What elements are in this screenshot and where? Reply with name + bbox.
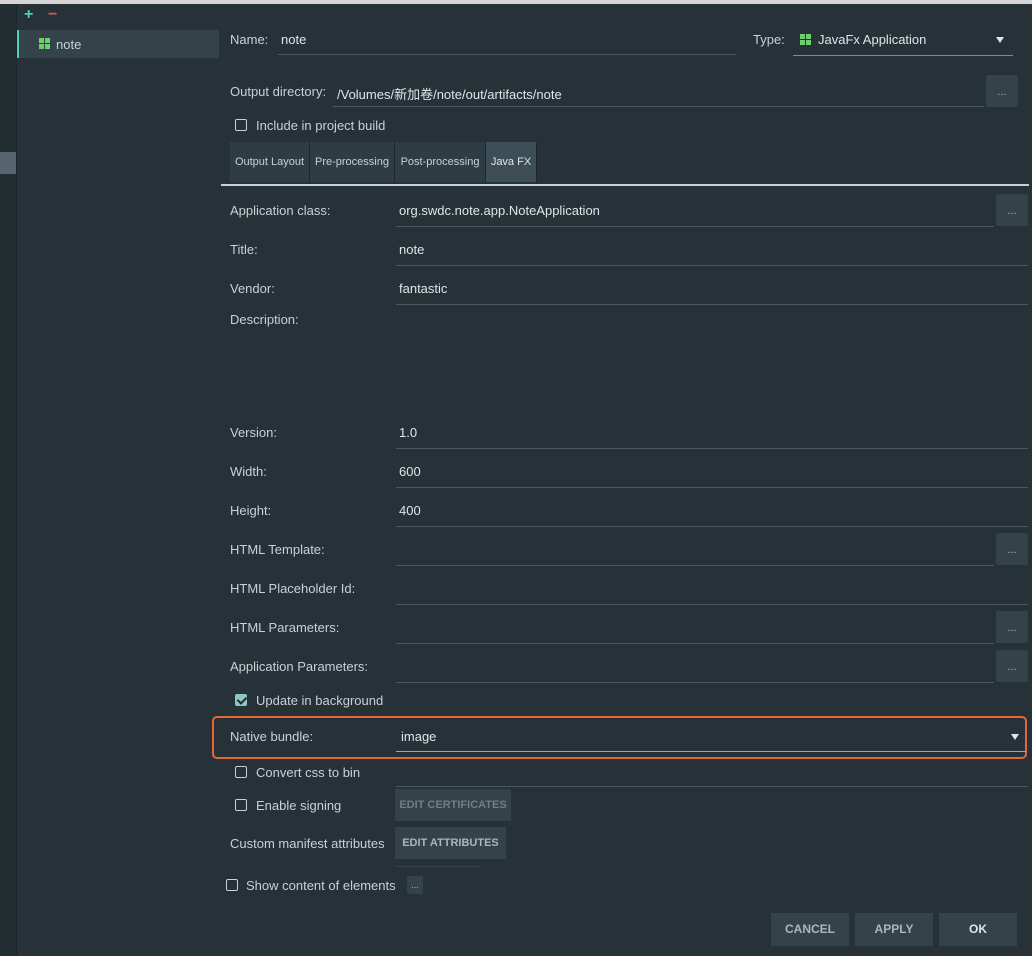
html-params-edit-button[interactable]: ... bbox=[996, 611, 1028, 643]
vendor-field[interactable]: fantastic bbox=[399, 281, 447, 296]
version-label: Version: bbox=[230, 425, 277, 440]
tab-post-processing[interactable]: Post-processing bbox=[395, 142, 486, 182]
chevron-down-icon bbox=[996, 37, 1004, 43]
convert-css-checkbox[interactable] bbox=[235, 766, 247, 778]
app-params-field[interactable] bbox=[396, 653, 994, 681]
type-select[interactable]: JavaFx Application bbox=[793, 28, 1013, 56]
convert-css-divider bbox=[396, 786, 1028, 787]
edit-attributes-button[interactable]: EDIT ATTRIBUTES bbox=[395, 827, 506, 859]
tab-java-fx[interactable]: Java FX bbox=[486, 142, 537, 182]
native-bundle-label: Native bundle: bbox=[230, 729, 314, 744]
width-field[interactable]: 600 bbox=[399, 464, 421, 479]
html-placeholder-field[interactable] bbox=[396, 575, 1028, 603]
ok-button[interactable]: OK bbox=[939, 913, 1017, 946]
tab-pre-processing[interactable]: Pre-processing bbox=[310, 142, 395, 182]
html-params-label: HTML Parameters: bbox=[230, 620, 340, 635]
javafx-type-icon bbox=[800, 34, 811, 45]
description-textarea[interactable] bbox=[396, 308, 1028, 408]
name-field-underline bbox=[278, 54, 736, 55]
title-underline bbox=[396, 265, 1028, 266]
output-dir-browse-button[interactable]: ... bbox=[986, 75, 1018, 107]
include-build-checkbox[interactable] bbox=[235, 119, 247, 131]
output-dir-underline bbox=[333, 106, 984, 107]
title-field[interactable]: note bbox=[399, 242, 424, 257]
app-params-label: Application Parameters: bbox=[230, 659, 369, 674]
html-placeholder-label: HTML Placeholder Id: bbox=[230, 581, 356, 596]
tab-divider bbox=[221, 184, 1029, 186]
update-background-checkbox[interactable] bbox=[235, 694, 247, 706]
show-content-checkbox[interactable] bbox=[226, 879, 238, 891]
show-content-label: Show content of elements bbox=[246, 878, 396, 893]
native-bundle-select[interactable]: image bbox=[396, 722, 1026, 752]
html-params-field[interactable] bbox=[396, 614, 994, 642]
app-class-underline bbox=[396, 226, 994, 227]
app-class-label: Application class: bbox=[230, 203, 331, 218]
output-dir-field[interactable]: /Volumes/新加卷/note/out/artifacts/note bbox=[337, 84, 562, 103]
type-value: JavaFx Application bbox=[818, 32, 927, 47]
app-class-field[interactable]: org.swdc.note.app.NoteApplication bbox=[399, 203, 600, 218]
manifest-label: Custom manifest attributes bbox=[230, 836, 385, 851]
tab-output-layout[interactable]: Output Layout bbox=[230, 142, 310, 182]
edit-certificates-button[interactable]: EDIT CERTIFICATES bbox=[395, 789, 511, 821]
output-dir-label: Output directory: bbox=[230, 84, 327, 99]
enable-signing-label: Enable signing bbox=[256, 798, 342, 813]
html-placeholder-underline bbox=[396, 604, 1028, 605]
convert-css-label: Convert css to bin bbox=[256, 765, 361, 780]
javafx-artifact-icon bbox=[39, 38, 50, 49]
settings-nav-strip bbox=[0, 4, 17, 956]
app-params-underline bbox=[396, 682, 994, 683]
html-params-underline bbox=[396, 643, 994, 644]
native-bundle-value: image bbox=[401, 729, 437, 744]
enable-signing-checkbox[interactable] bbox=[235, 799, 247, 811]
name-field[interactable]: note bbox=[281, 32, 306, 47]
vendor-label: Vendor: bbox=[230, 281, 275, 296]
cancel-button[interactable]: CANCEL bbox=[771, 913, 849, 946]
show-content-more-button[interactable]: ... bbox=[407, 876, 423, 894]
width-label: Width: bbox=[230, 464, 267, 479]
app-params-edit-button[interactable]: ... bbox=[996, 650, 1028, 682]
tree-item-note[interactable]: note bbox=[17, 30, 219, 58]
description-label: Description: bbox=[230, 312, 299, 327]
html-template-field[interactable] bbox=[396, 536, 994, 564]
tree-item-label: note bbox=[56, 37, 82, 52]
app-class-browse-button[interactable]: ... bbox=[996, 194, 1028, 226]
height-underline bbox=[396, 526, 1028, 527]
vendor-underline bbox=[396, 304, 1028, 305]
name-label: Name: bbox=[230, 32, 269, 47]
html-template-browse-button[interactable]: ... bbox=[996, 533, 1028, 565]
native-bundle-underline bbox=[396, 751, 1026, 752]
title-label: Title: bbox=[230, 242, 258, 257]
scroll-indicator bbox=[395, 866, 480, 867]
version-underline bbox=[396, 448, 1028, 449]
type-select-underline bbox=[793, 55, 1013, 56]
html-template-label: HTML Template: bbox=[230, 542, 325, 557]
height-field[interactable]: 400 bbox=[399, 503, 421, 518]
update-background-label: Update in background bbox=[256, 693, 384, 708]
remove-icon[interactable]: − bbox=[48, 7, 57, 23]
type-label: Type: bbox=[753, 32, 785, 47]
add-icon[interactable]: + bbox=[24, 7, 33, 23]
artifact-list-pane bbox=[0, 4, 219, 956]
width-underline bbox=[396, 487, 1028, 488]
html-template-underline bbox=[396, 565, 994, 566]
chevron-down-icon bbox=[1011, 734, 1019, 740]
version-field[interactable]: 1.0 bbox=[399, 425, 417, 440]
apply-button[interactable]: APPLY bbox=[855, 913, 933, 946]
include-build-label: Include in project build bbox=[256, 118, 386, 133]
height-label: Height: bbox=[230, 503, 272, 518]
settings-nav-selected[interactable] bbox=[0, 152, 16, 174]
